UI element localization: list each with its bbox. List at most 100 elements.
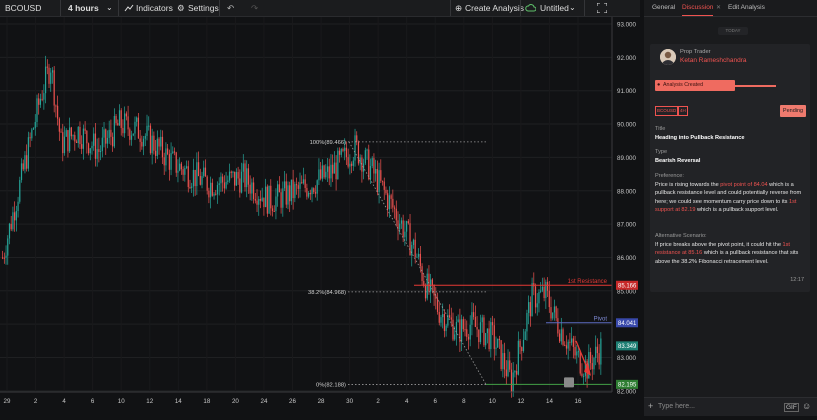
y-tick-label: 91.000 bbox=[617, 88, 636, 95]
candle-body bbox=[521, 347, 523, 351]
candle-body bbox=[144, 135, 146, 139]
candle-body bbox=[366, 149, 368, 151]
candle-body bbox=[455, 321, 458, 335]
candle-body bbox=[189, 187, 191, 189]
candle-body bbox=[151, 135, 153, 154]
candle-body bbox=[581, 373, 583, 376]
layout-name[interactable]: Untitled bbox=[540, 0, 569, 16]
indicators-button[interactable]: Indicators bbox=[136, 0, 173, 16]
candle-body bbox=[223, 182, 225, 189]
candle-body bbox=[110, 129, 112, 137]
status-badge[interactable]: Pending bbox=[780, 105, 806, 117]
price-badge-label: 82.195 bbox=[618, 383, 637, 389]
author-name[interactable]: Ketan Rameshchandra bbox=[680, 57, 747, 64]
interval-dropdown[interactable]: 4 hours bbox=[68, 0, 99, 16]
candle-body bbox=[192, 169, 195, 187]
fullscreen-icon[interactable] bbox=[596, 0, 608, 16]
candlestick-chart[interactable]: 100%(89.466) 38.2%(84.968) 0%(82.188) 1st R… bbox=[0, 17, 640, 415]
cloud-icon[interactable] bbox=[525, 0, 537, 16]
close-icon[interactable]: ✕ bbox=[716, 0, 721, 16]
indicators-icon[interactable] bbox=[124, 0, 134, 16]
candle-body bbox=[369, 166, 372, 180]
x-tick-label: 4 bbox=[62, 398, 66, 405]
candle-body bbox=[483, 317, 485, 346]
candle-body bbox=[335, 162, 337, 180]
candle-body bbox=[165, 148, 167, 166]
candle-body bbox=[373, 158, 375, 174]
gif-button[interactable]: GIF bbox=[784, 403, 799, 412]
candle-body bbox=[34, 122, 36, 129]
candle-body bbox=[595, 346, 597, 358]
avatar[interactable] bbox=[660, 49, 676, 65]
candle-body bbox=[242, 163, 244, 172]
candle-body bbox=[589, 352, 592, 364]
candle-body bbox=[201, 176, 203, 185]
candle-body bbox=[206, 176, 208, 191]
candle-body bbox=[271, 208, 274, 212]
candle-body bbox=[318, 169, 320, 181]
tab-edit-analysis[interactable]: Edit Analysis bbox=[728, 0, 765, 16]
chevron-down-icon[interactable]: ⌄ bbox=[569, 0, 576, 16]
candle-body bbox=[419, 253, 421, 267]
settings-button[interactable]: Settings bbox=[188, 0, 219, 16]
candle-body bbox=[277, 184, 279, 197]
candle-body bbox=[53, 70, 55, 106]
candle-body bbox=[383, 181, 385, 190]
candle-body bbox=[567, 341, 569, 349]
emoji-icon[interactable]: ☺ bbox=[802, 401, 811, 411]
candle-body bbox=[60, 131, 62, 133]
candle-body bbox=[445, 325, 447, 332]
candle-body bbox=[117, 123, 119, 126]
candle-body bbox=[591, 363, 593, 370]
candle-body bbox=[388, 195, 391, 210]
chevron-down-icon[interactable]: ⌄ bbox=[106, 0, 113, 16]
candle-body bbox=[160, 136, 162, 147]
message-input[interactable]: Type here... bbox=[658, 398, 778, 416]
symbol-label[interactable]: BCOUSD bbox=[5, 0, 41, 16]
candle-body bbox=[29, 137, 31, 139]
candle-body bbox=[531, 283, 533, 317]
candle-body bbox=[332, 164, 334, 174]
type-value: Bearish Reversal bbox=[655, 158, 701, 164]
candle-body bbox=[598, 353, 600, 365]
candle-body bbox=[364, 150, 366, 164]
price-chart[interactable]: 100%(89.466) 38.2%(84.968) 0%(82.188) 1st R… bbox=[0, 17, 640, 415]
plus-icon[interactable]: + bbox=[648, 401, 653, 411]
candle-body bbox=[565, 345, 568, 349]
candle-body bbox=[204, 167, 207, 177]
candle-body bbox=[38, 98, 40, 105]
candle-body bbox=[292, 179, 294, 199]
x-tick-label: 2 bbox=[376, 398, 380, 405]
fibonacci-label: 0%(82.188) bbox=[316, 383, 346, 389]
redo-icon[interactable]: ↷ bbox=[251, 0, 258, 16]
candle-body bbox=[17, 201, 19, 212]
price-badge-label: 83.349 bbox=[618, 344, 637, 350]
plus-circle-icon[interactable]: ⊕ bbox=[455, 0, 462, 16]
gear-icon[interactable]: ⚙ bbox=[177, 0, 185, 16]
candle-body bbox=[153, 135, 155, 151]
candle-body bbox=[39, 98, 42, 105]
x-tick-label: 24 bbox=[261, 398, 268, 405]
chart-toolbar: BCOUSD 4 hours ⌄ Indicators ⚙ Settings ↶… bbox=[0, 0, 640, 17]
undo-icon[interactable]: ↶ bbox=[227, 0, 234, 16]
candle-body bbox=[516, 371, 518, 375]
candle-body bbox=[490, 322, 492, 350]
candle-body bbox=[96, 149, 98, 159]
x-tick-label: 29 bbox=[4, 398, 11, 405]
candle-body bbox=[509, 360, 511, 370]
candle-body bbox=[435, 295, 437, 299]
candle-body bbox=[328, 166, 330, 179]
candle-body bbox=[469, 324, 471, 340]
tab-general[interactable]: General bbox=[652, 0, 675, 16]
candle-body bbox=[564, 344, 566, 346]
y-tick-label: 89.000 bbox=[617, 155, 636, 162]
candle-body bbox=[32, 128, 35, 130]
tab-discussion[interactable]: Discussion bbox=[682, 0, 714, 16]
candle-body bbox=[466, 329, 468, 337]
candle-body bbox=[251, 182, 253, 194]
candle-body bbox=[522, 339, 525, 351]
candle-body bbox=[409, 223, 411, 256]
candle-body bbox=[297, 185, 299, 189]
create-analysis-button[interactable]: Create Analysis bbox=[465, 0, 524, 16]
candle-body bbox=[270, 185, 272, 209]
